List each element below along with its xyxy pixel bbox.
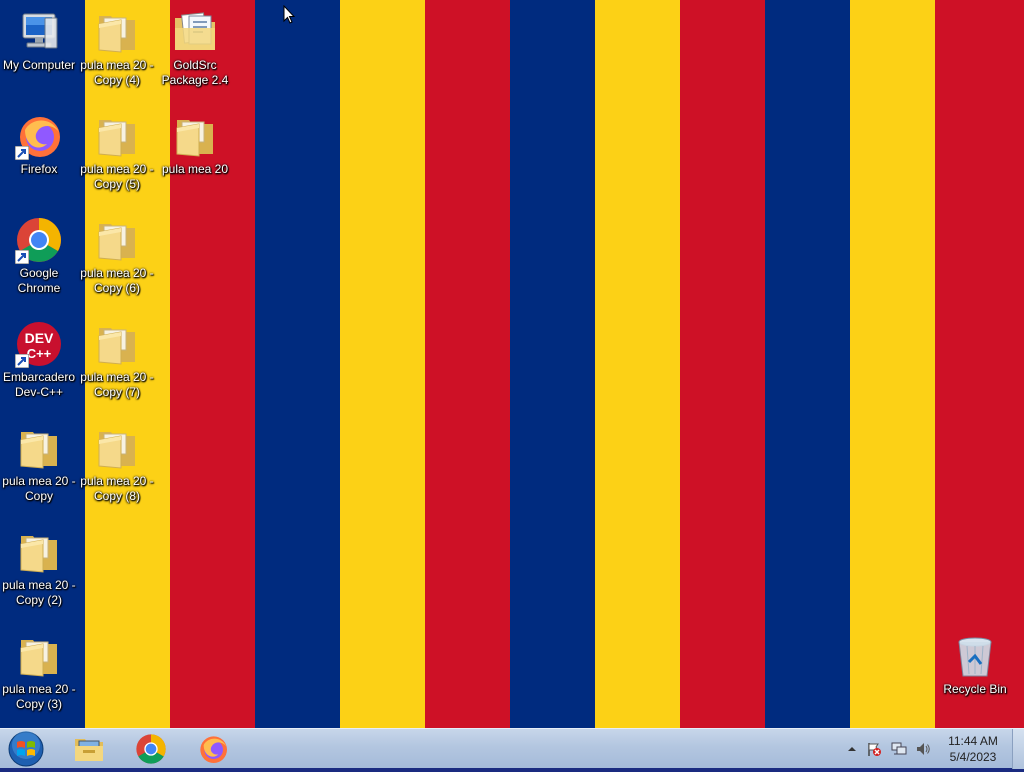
tray-clock[interactable]: 11:44 AM 5/4/2023	[940, 733, 1006, 765]
wallpaper-stripe	[765, 0, 850, 728]
wallpaper-stripe	[680, 0, 765, 728]
desktop[interactable]: My Computer Firefox Google Chrome DEV C+…	[0, 0, 1024, 728]
computer-icon	[15, 8, 63, 56]
folder-with-files-icon	[171, 8, 219, 56]
desktop-icon-goldsrc-package[interactable]: GoldSrc Package 2.4	[156, 0, 234, 100]
windows-start-orb-icon	[8, 731, 44, 772]
wallpaper-stripe	[425, 0, 510, 728]
speaker-icon[interactable]	[915, 741, 931, 757]
desktop-icon-folder-copy-4[interactable]: pula mea 20 - Copy (4)	[78, 0, 156, 100]
network-icon[interactable]	[891, 741, 907, 757]
svg-text:DEV: DEV	[25, 330, 54, 346]
show-desktop-button[interactable]	[1012, 729, 1024, 769]
svg-text:C++: C++	[27, 346, 52, 361]
desktop-icon-my-computer[interactable]: My Computer	[0, 0, 78, 100]
wallpaper-stripe	[510, 0, 595, 728]
desktop-icon-label: pula mea 20 - Copy (2)	[2, 578, 76, 607]
desktop-icon-folder-copy-6[interactable]: pula mea 20 - Copy (6)	[78, 208, 156, 308]
chrome-icon	[135, 733, 167, 770]
desktop-icon-label: pula mea 20 - Copy (3)	[2, 682, 76, 711]
clock-time: 11:44 AM	[948, 734, 998, 748]
desktop-icon-folder-copy-2[interactable]: pula mea 20 - Copy (2)	[0, 520, 78, 620]
start-button[interactable]	[4, 730, 48, 768]
wallpaper-stripe	[850, 0, 935, 728]
mouse-cursor-icon	[283, 4, 296, 25]
shortcut-arrow-icon	[14, 353, 30, 369]
chrome-icon	[14, 216, 63, 265]
desktop-icon-folder-copy[interactable]: pula mea 20 - Copy	[0, 416, 78, 516]
desktop-icon-label: Firefox	[20, 162, 58, 176]
action-center-flag-icon[interactable]	[866, 741, 882, 757]
folder-icon	[171, 112, 219, 160]
desktop-icon-label: Google Chrome	[17, 266, 61, 295]
desktop-icon-google-chrome[interactable]: Google Chrome	[0, 208, 78, 308]
show-hidden-icons-chevron-icon[interactable]	[844, 741, 860, 757]
desktop-icon-dev-cpp[interactable]: DEV C++ Embarcadero Dev-C++	[0, 312, 78, 412]
devcpp-icon: DEV C++	[14, 320, 63, 369]
folder-icon	[15, 424, 63, 472]
clock-date: 5/4/2023	[949, 750, 997, 764]
folder-icon	[93, 112, 141, 160]
firefox-icon	[197, 733, 229, 770]
desktop-icon-label: Embarcadero Dev-C++	[2, 370, 76, 399]
firefox-icon	[14, 112, 63, 161]
folder-icon	[93, 216, 141, 264]
desktop-icon-firefox[interactable]: Firefox	[0, 104, 78, 204]
shortcut-arrow-icon	[14, 145, 30, 161]
taskbar-chrome-button[interactable]	[123, 731, 179, 767]
desktop-icon-label: pula mea 20 - Copy (5)	[80, 162, 154, 191]
desktop-icon-label: My Computer	[2, 58, 76, 72]
taskbar: 11:44 AM 5/4/2023	[0, 728, 1024, 769]
desktop-icon-label: GoldSrc Package 2.4	[161, 58, 229, 87]
folder-icon	[93, 424, 141, 472]
wallpaper-stripe	[935, 0, 1024, 728]
desktop-icon-label: pula mea 20 - Copy	[2, 474, 76, 503]
wallpaper-stripe	[595, 0, 680, 728]
folder-icon	[93, 320, 141, 368]
desktop-icon-folder-copy-5[interactable]: pula mea 20 - Copy (5)	[78, 104, 156, 204]
folder-icon	[15, 528, 63, 576]
wallpaper-stripe	[340, 0, 425, 728]
wallpaper-stripe	[255, 0, 340, 728]
taskbar-file-explorer-button[interactable]	[61, 731, 117, 767]
desktop-icon-label: Recycle Bin	[943, 682, 1007, 696]
folder-icon	[15, 632, 63, 680]
desktop-icon-label: pula mea 20 - Copy (6)	[80, 266, 154, 295]
desktop-icon-folder-copy-8[interactable]: pula mea 20 - Copy (8)	[78, 416, 156, 516]
shortcut-arrow-icon	[14, 249, 30, 265]
desktop-icon-folder-copy-3[interactable]: pula mea 20 - Copy (3)	[0, 624, 78, 724]
desktop-icon-label: pula mea 20	[161, 162, 229, 176]
desktop-icon-label: pula mea 20 - Copy (7)	[80, 370, 154, 399]
folder-library-icon	[73, 733, 105, 770]
desktop-icon-folder-main[interactable]: pula mea 20	[156, 104, 234, 204]
folder-icon	[93, 8, 141, 56]
taskbar-firefox-button[interactable]	[185, 731, 241, 767]
desktop-icon-label: pula mea 20 - Copy (4)	[80, 58, 154, 87]
desktop-icon-label: pula mea 20 - Copy (8)	[80, 474, 154, 503]
desktop-icon-recycle-bin[interactable]: Recycle Bin	[936, 624, 1014, 724]
desktop-icon-folder-copy-7[interactable]: pula mea 20 - Copy (7)	[78, 312, 156, 412]
recycle-bin-icon	[951, 632, 999, 680]
